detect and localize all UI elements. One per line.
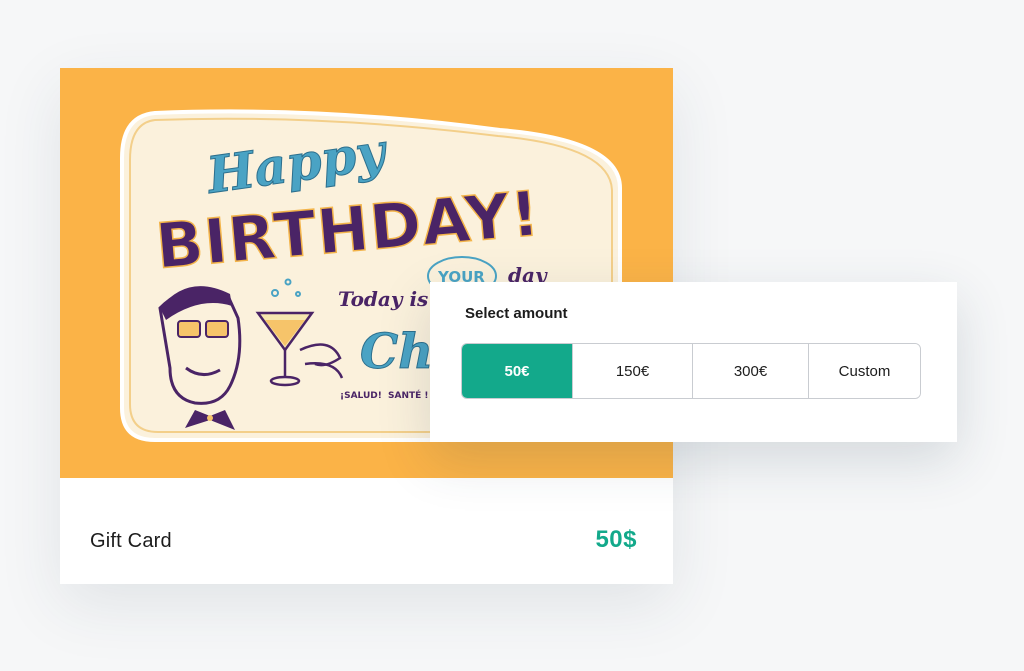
product-price: 50$: [595, 526, 637, 553]
amount-selector-panel: Select amount 50€ 150€ 300€ Custom: [430, 282, 957, 442]
card-footer: Gift Card 50$: [60, 478, 673, 584]
amount-option-50[interactable]: 50€: [462, 344, 572, 398]
sante-text: SANTÉ !: [388, 389, 429, 401]
amount-option-150[interactable]: 150€: [572, 344, 692, 398]
select-amount-label: Select amount: [465, 305, 568, 322]
salud-text: ¡SALUD!: [340, 391, 382, 401]
amount-option-300[interactable]: 300€: [692, 344, 808, 398]
amount-options-group: 50€ 150€ 300€ Custom: [461, 343, 921, 399]
amount-option-custom[interactable]: Custom: [808, 344, 920, 398]
product-name: Gift Card: [90, 530, 172, 552]
today-is-text: Today is: [338, 287, 428, 311]
